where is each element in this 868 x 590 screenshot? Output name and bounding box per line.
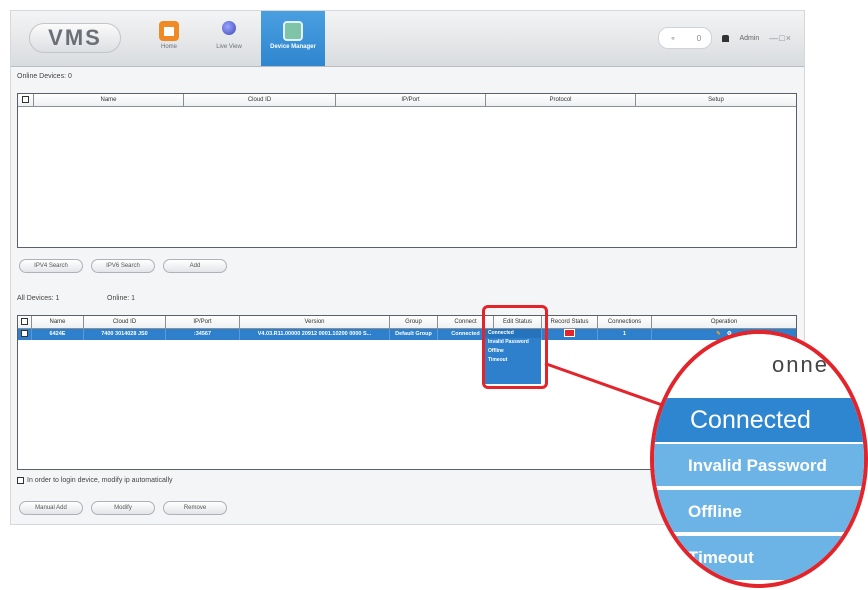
record-status-icon	[564, 329, 575, 337]
row-checkbox[interactable]	[21, 330, 28, 338]
col-name[interactable]: Name	[32, 316, 84, 328]
col-ip-port[interactable]: IP/Port	[336, 94, 486, 106]
col-name[interactable]: Name	[34, 94, 184, 106]
row-select	[18, 329, 32, 340]
user-name[interactable]: Admin	[739, 35, 759, 42]
magnified-invalid-password: Invalid Password	[654, 444, 864, 488]
cell-ip-port: :34567	[166, 329, 240, 340]
select-all-checkbox[interactable]	[21, 317, 28, 325]
magnified-connected: Connected	[654, 398, 864, 442]
col-connections[interactable]: Connections	[598, 316, 652, 328]
col-group[interactable]: Group	[390, 316, 438, 328]
col-operation[interactable]: Operation	[652, 316, 796, 328]
modify-button[interactable]: Modify	[91, 501, 155, 515]
select-all-checkbox[interactable]	[22, 95, 29, 103]
cell-version: V4.03.R11.00000 20912 0001.10200 0000 S.…	[240, 329, 390, 340]
header-controls: ⚬ 0 Admin —□×	[658, 27, 792, 49]
col-setup[interactable]: Setup	[636, 94, 796, 106]
tab-live-view-label: Live View	[216, 44, 242, 50]
add-button[interactable]: Add	[163, 259, 227, 273]
auto-ip-label: In order to login device, modify ip auto…	[27, 477, 173, 484]
cell-connections: 1	[598, 329, 652, 340]
app-logo: VMS	[29, 23, 121, 53]
magnifier-callout: onne Connected Invalid Password Offline …	[650, 330, 868, 588]
magnifier-top: onne	[654, 334, 864, 398]
user-icon	[722, 34, 730, 42]
col-record-status[interactable]: Record Status	[542, 316, 598, 328]
col-version[interactable]: Version	[240, 316, 390, 328]
online-devices-table: Name Cloud ID IP/Port Protocol Setup	[17, 93, 797, 248]
tab-home-label: Home	[160, 44, 177, 50]
cell-cloud-id: 7400 3014028 JS0	[84, 329, 166, 340]
tab-home[interactable]: Home	[141, 11, 197, 66]
magnified-offline: Offline	[654, 490, 864, 534]
online-devices-header: Name Cloud ID IP/Port Protocol Setup	[18, 94, 796, 107]
col-protocol[interactable]: Protocol	[486, 94, 636, 106]
select-all-header	[18, 316, 32, 328]
col-cloud-id[interactable]: Cloud ID	[84, 316, 166, 328]
cell-group: Default Group	[390, 329, 438, 340]
remove-button[interactable]: Remove	[163, 501, 227, 515]
live-view-icon	[219, 21, 239, 41]
alarm-count: 0	[696, 33, 702, 43]
alarm-pill[interactable]: ⚬ 0	[658, 27, 713, 49]
cell-record-status	[542, 329, 598, 340]
tab-device-manager-label: Device Manager	[270, 44, 316, 50]
all-devices-label: All Devices: 1	[17, 295, 60, 302]
top-bar: VMS Home Live View Device Manager ⚬ 0 Ad…	[11, 11, 804, 67]
home-icon	[159, 21, 179, 41]
auto-ip-option[interactable]: In order to login device, modify ip auto…	[17, 477, 173, 484]
connect-highlight-box	[482, 305, 548, 389]
online-devices-label: Online Devices: 0	[17, 73, 72, 80]
magnifier-peek-text: onne	[772, 352, 829, 377]
all-devices-header: Name Cloud ID IP/Port Version Group Conn…	[18, 316, 796, 329]
tab-live-view[interactable]: Live View	[201, 11, 257, 66]
col-cloud-id[interactable]: Cloud ID	[184, 94, 336, 106]
alarm-icon: ⚬	[669, 33, 677, 43]
ipv4-search-button[interactable]: IPV4 Search	[19, 259, 83, 273]
ipv6-search-button[interactable]: IPV6 Search	[91, 259, 155, 273]
device-manager-icon	[283, 21, 303, 41]
magnified-timeout: Timeout	[654, 536, 864, 580]
online-count-label: Online: 1	[107, 295, 136, 302]
tab-device-manager[interactable]: Device Manager	[261, 11, 325, 66]
select-all-header	[18, 94, 34, 106]
auto-ip-checkbox[interactable]	[17, 477, 24, 484]
cell-name: 6424E	[32, 329, 84, 340]
manual-add-button[interactable]: Manual Add	[19, 501, 83, 515]
col-ip-port[interactable]: IP/Port	[166, 316, 240, 328]
window-controls[interactable]: —□×	[769, 33, 792, 43]
